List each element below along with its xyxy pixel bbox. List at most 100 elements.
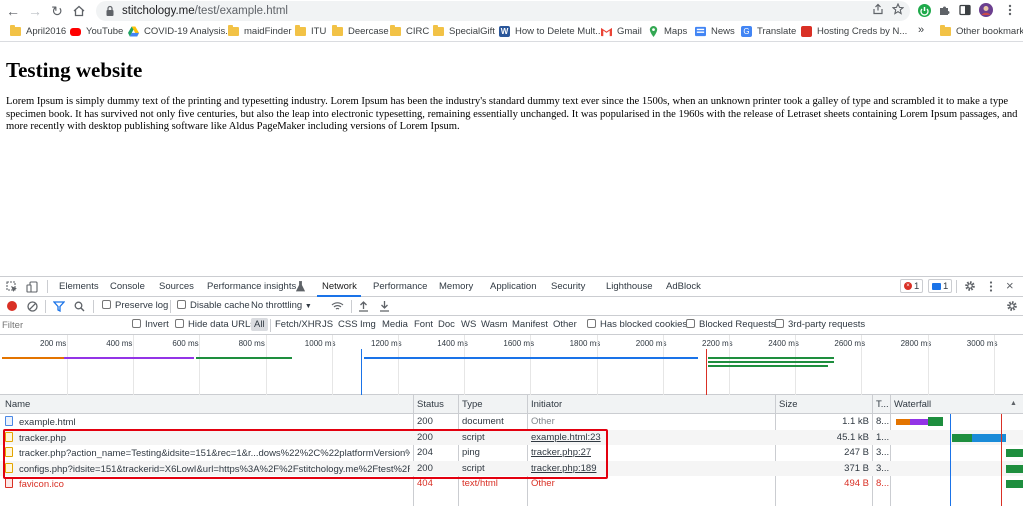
timeline-gridline (398, 335, 399, 395)
bookmark-news[interactable]: News (695, 26, 735, 37)
page-title: Testing website (6, 58, 143, 82)
network-conditions-wifi-icon[interactable] (331, 301, 344, 311)
sort-up-icon[interactable]: ▲ (1010, 400, 1017, 407)
tab-lighthouse[interactable]: Lighthouse (606, 281, 652, 292)
browser-toolbar: ← → ↻ stitchology.me/test/example.html (0, 0, 1023, 22)
import-har-icon[interactable] (358, 300, 369, 312)
network-settings-gear-icon[interactable] (1006, 300, 1018, 312)
throttling-select[interactable]: No throttling ▼ (251, 300, 312, 311)
divider (45, 300, 46, 313)
search-icon[interactable] (74, 301, 85, 312)
bookmark-april2016[interactable]: April2016 (10, 25, 66, 37)
bookmark-how-to-delete[interactable]: W How to Delete Mult... (499, 26, 603, 37)
address-bar[interactable]: stitchology.me/test/example.html (96, 1, 910, 21)
inspect-element-icon[interactable] (6, 281, 18, 293)
bookmark-gmail[interactable]: Gmail (601, 26, 642, 37)
hide-data-urls-checkbox[interactable]: Hide data URLs (175, 319, 255, 330)
profile-avatar[interactable] (979, 3, 993, 17)
waterfall-dcl-line (950, 414, 951, 506)
filter-type-img[interactable]: Img (360, 319, 376, 330)
close-devtools-icon[interactable]: × (1006, 278, 1014, 293)
bookmark-specialgift[interactable]: SpecialGift (433, 25, 495, 37)
gmail-icon (601, 27, 612, 37)
side-panel-icon[interactable] (958, 3, 972, 17)
bookmark-covid-analysis[interactable]: COVID-19 Analysis... (128, 26, 233, 37)
filter-type-js[interactable]: JS (322, 319, 333, 330)
third-party-requests-checkbox[interactable]: 3rd-party requests (775, 319, 865, 330)
forward-icon[interactable]: → (24, 0, 46, 22)
filter-type-wasm[interactable]: Wasm (481, 319, 508, 330)
tab-adblock[interactable]: AdBlock (666, 281, 701, 292)
menu-kebab-icon[interactable] (1003, 3, 1017, 17)
bookmark-translate[interactable]: G Translate (741, 26, 796, 37)
column-header-status[interactable]: Status (417, 399, 444, 410)
devtools-menu-icon[interactable] (989, 281, 993, 292)
filter-type-css[interactable]: CSS (338, 319, 358, 330)
lock-icon[interactable] (104, 5, 116, 17)
home-icon[interactable] (68, 0, 90, 22)
bookmarks-overflow-button[interactable]: » (918, 24, 924, 36)
filter-type-media[interactable]: Media (382, 319, 408, 330)
clear-icon[interactable] (27, 301, 38, 312)
export-har-icon[interactable] (379, 300, 390, 312)
filter-input[interactable] (2, 318, 120, 332)
news-icon (695, 26, 706, 37)
request-size: 371 B (844, 462, 869, 474)
bookmark-maidfinder[interactable]: maidFinder (228, 25, 292, 37)
bookmark-hosting-creds[interactable]: Hosting Creds by N... (801, 26, 907, 37)
invert-checkbox[interactable]: Invert (132, 319, 169, 330)
star-icon[interactable] (892, 3, 904, 15)
tab-performance[interactable]: Performance (373, 281, 427, 292)
settings-gear-icon[interactable] (964, 280, 976, 292)
timeline-gridline (927, 335, 929, 395)
preserve-log-checkbox[interactable]: Preserve log (102, 300, 168, 311)
reload-icon[interactable]: ↻ (46, 0, 68, 22)
blocked-requests-checkbox[interactable]: Blocked Requests (686, 319, 776, 330)
share-icon[interactable] (872, 3, 884, 15)
tab-elements[interactable]: Elements (59, 281, 99, 292)
has-blocked-cookies-checkbox[interactable]: Has blocked cookies (587, 319, 687, 330)
table-row[interactable]: example.html 200 document Other 1.1 kB 8… (0, 414, 1023, 430)
other-bookmarks[interactable]: Other bookmarks (940, 25, 1023, 37)
bookmark-itu[interactable]: ITU (295, 25, 326, 37)
overview-bar-configs (708, 361, 834, 363)
tab-sources[interactable]: Sources (159, 281, 194, 292)
tab-security[interactable]: Security (551, 281, 585, 292)
disable-cache-checkbox[interactable]: Disable cache (177, 300, 250, 311)
tab-console[interactable]: Console (110, 281, 145, 292)
column-header-time[interactable]: T... (876, 399, 889, 410)
filter-funnel-icon[interactable] (53, 301, 65, 312)
record-icon[interactable] (7, 301, 17, 311)
bookmark-maps[interactable]: Maps (648, 26, 687, 37)
tab-performance-insights[interactable]: Performance insights (207, 281, 296, 292)
bookmark-circ[interactable]: CIRC (390, 25, 429, 37)
back-icon[interactable]: ← (2, 0, 24, 22)
filter-type-other[interactable]: Other (553, 319, 577, 330)
timeline-overview[interactable]: 200 ms 400 ms 600 ms 800 ms 1000 ms 1200 ms 14… (0, 335, 1023, 395)
filter-type-manifest[interactable]: Manifest (512, 319, 548, 330)
overview-bar-favicon (708, 365, 828, 367)
filter-type-fetch-xhr[interactable]: Fetch/XHR (275, 319, 321, 330)
extension-green-icon[interactable] (917, 3, 931, 17)
message-count-badge[interactable]: 1 (928, 279, 953, 293)
filter-type-doc[interactable]: Doc (438, 319, 455, 330)
youtube-icon (70, 27, 81, 36)
tab-application[interactable]: Application (490, 281, 536, 292)
tab-memory[interactable]: Memory (439, 281, 473, 292)
column-header-name[interactable]: Name (5, 399, 30, 410)
extensions-puzzle-icon[interactable] (937, 3, 951, 17)
tab-network[interactable]: Network (322, 281, 357, 292)
filter-type-ws[interactable]: WS (461, 319, 476, 330)
bookmark-deercase[interactable]: Deercase (332, 25, 389, 37)
filter-type-all[interactable]: All (251, 318, 268, 331)
error-count-badge[interactable]: × 1 (900, 279, 924, 293)
device-toolbar-icon[interactable] (26, 281, 38, 293)
bookmark-youtube[interactable]: YouTube (70, 26, 123, 37)
column-header-type[interactable]: Type (462, 399, 483, 410)
column-header-initiator[interactable]: Initiator (531, 399, 562, 410)
checkbox-box (102, 300, 111, 309)
page-paragraph: Lorem Ipsum is simply dummy text of the … (6, 96, 1018, 132)
column-header-waterfall[interactable]: Waterfall (894, 399, 931, 410)
filter-type-font[interactable]: Font (414, 319, 433, 330)
column-header-size[interactable]: Size (779, 399, 797, 410)
